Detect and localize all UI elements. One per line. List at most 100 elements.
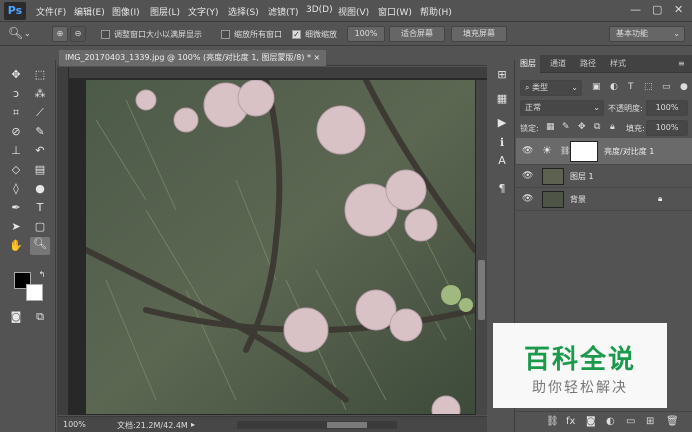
zoom-tool-icon[interactable]: 🔍︎ [8, 26, 23, 40]
clone-stamp-icon[interactable]: ⊥ [8, 144, 24, 158]
type-tool-icon[interactable]: T [32, 201, 48, 215]
resize-windows-checkbox[interactable] [101, 30, 110, 39]
eyedropper-tool-icon[interactable]: ⟋ [32, 106, 48, 120]
menu-image[interactable]: 图像(I) [112, 5, 140, 18]
history-brush-icon[interactable]: ↶ [32, 144, 48, 158]
menu-layer[interactable]: 图层(L) [150, 5, 180, 18]
visibility-eye-icon[interactable]: 👁︎ [522, 171, 533, 181]
shape-filter-icon[interactable]: ⬚ [644, 82, 653, 92]
close-window-button[interactable]: ✕ [674, 3, 683, 16]
opacity-input[interactable]: 100% [646, 100, 688, 116]
zoom-value-field[interactable]: 100% [347, 26, 385, 42]
background-color-swatch[interactable] [26, 284, 43, 301]
vertical-scrollbar[interactable] [476, 80, 487, 415]
menu-select[interactable]: 选择(S) [228, 5, 259, 18]
menu-file[interactable]: 文件(F) [36, 5, 66, 18]
magic-wand-icon[interactable]: ⁂ [32, 87, 48, 101]
document-tab[interactable]: IMG_20170403_1339.jpg @ 100% (亮度/对比度 1, … [59, 50, 327, 66]
move-tool-icon[interactable]: ✥ [8, 68, 24, 82]
workspace-select[interactable]: 基本功能 ⌄ [609, 26, 685, 42]
fit-screen-button[interactable]: 适合屏幕 [389, 26, 445, 42]
zoom-tool-icon[interactable]: 🔍︎ [30, 237, 50, 255]
filter-toggle-icon[interactable]: ● [680, 82, 688, 92]
zoom-all-windows-checkbox[interactable] [221, 30, 230, 39]
smart-object-filter-icon[interactable]: ▭ [662, 82, 671, 92]
tab-channels[interactable]: 通道 [546, 55, 570, 73]
menu-help[interactable]: 帮助(H) [420, 5, 452, 18]
fill-screen-button[interactable]: 填充屏幕 [451, 26, 507, 42]
history-panel-icon[interactable]: ⊞ [495, 68, 509, 82]
info-panel-icon[interactable]: ℹ [495, 136, 509, 150]
blur-tool-icon[interactable]: ◊ [8, 182, 24, 196]
menu-window[interactable]: 窗口(W) [378, 5, 412, 18]
lock-transparency-icon[interactable]: ▦ [546, 122, 555, 132]
layer-mask-thumbnail[interactable] [570, 141, 598, 162]
lasso-tool-icon[interactable]: ↄ [8, 87, 24, 101]
add-mask-icon[interactable]: ◙ [586, 416, 596, 427]
tab-layers[interactable]: 图层 [516, 55, 540, 73]
brush-tool-icon[interactable]: ✎ [32, 125, 48, 139]
layer-row-brightness[interactable]: 👁︎ ☀ ⛓ 亮度/对比度 1 [516, 138, 692, 165]
close-tab-icon[interactable]: × [314, 53, 321, 62]
restore-button[interactable]: ▢ [652, 3, 662, 16]
lock-pixels-icon[interactable]: ✎ [562, 122, 570, 132]
pixel-filter-icon[interactable]: ▣ [592, 82, 601, 92]
new-adjustment-icon[interactable]: ◐ [606, 416, 615, 427]
layer-row-background[interactable]: 👁︎ 背景 🔒︎ [516, 188, 692, 211]
blend-mode-select[interactable]: 正常 ⌄ [520, 100, 604, 116]
visibility-eye-icon[interactable]: 👁︎ [522, 146, 533, 156]
menu-filter[interactable]: 滤镜(T) [268, 5, 299, 18]
tab-paths[interactable]: 路径 [576, 55, 600, 73]
new-layer-icon[interactable]: ⊞ [646, 416, 654, 427]
lock-position-icon[interactable]: ✥ [578, 122, 586, 132]
horizontal-scrollbar[interactable] [237, 421, 397, 429]
zoom-level[interactable]: 100% [63, 420, 86, 429]
menu-3d[interactable]: 3D(D) [306, 5, 333, 15]
screen-mode-icon[interactable]: ⧉ [32, 310, 48, 324]
hand-tool-icon[interactable]: ✋ [8, 239, 24, 253]
crop-tool-icon[interactable]: ⌗ [8, 106, 24, 120]
type-filter-icon[interactable]: T [628, 82, 634, 92]
link-layers-icon[interactable]: ⛓ [546, 416, 559, 427]
gradient-tool-icon[interactable]: ▤ [32, 163, 48, 177]
panel-menu-icon[interactable]: ≡ [674, 55, 689, 73]
scroll-thumb[interactable] [327, 422, 367, 428]
menu-type[interactable]: 文字(Y) [188, 5, 219, 18]
adjustment-filter-icon[interactable]: ◐ [610, 82, 618, 92]
quick-mask-icon[interactable]: ◙ [8, 310, 24, 324]
status-arrow-icon[interactable]: ▸ [191, 420, 195, 429]
character-panel-icon[interactable]: A [495, 154, 509, 168]
new-group-icon[interactable]: ▭ [626, 416, 635, 427]
filter-kind-select[interactable]: ⌕ 类型 ⌄ [520, 80, 582, 96]
properties-panel-icon[interactable]: ▦ [495, 92, 509, 106]
chevron-down-icon[interactable]: ⌄ [24, 29, 31, 38]
dodge-tool-icon[interactable]: ● [32, 182, 48, 196]
actions-panel-icon[interactable]: ▶ [495, 116, 509, 130]
menu-view[interactable]: 视图(V) [338, 5, 369, 18]
eraser-tool-icon[interactable]: ◇ [8, 163, 24, 177]
marquee-tool-icon[interactable]: ⬚ [32, 68, 48, 82]
path-select-icon[interactable]: ➤ [8, 220, 24, 234]
tab-styles[interactable]: 样式 [606, 55, 630, 73]
zoom-in-icon[interactable]: ⊕ [52, 26, 68, 42]
shape-tool-icon[interactable]: ▢ [32, 220, 48, 234]
scroll-thumb[interactable] [478, 260, 485, 320]
paragraph-panel-icon[interactable]: ¶ [495, 182, 509, 196]
lock-all-icon[interactable]: 🔒︎ [610, 122, 615, 132]
document-canvas[interactable] [86, 80, 475, 414]
zoom-out-icon[interactable]: ⊖ [70, 26, 86, 42]
fill-input[interactable]: 100% [646, 120, 688, 136]
chain-link-icon[interactable]: ⛓ [560, 146, 570, 155]
lock-label: 锁定: [520, 124, 539, 133]
swap-colors-icon[interactable]: ↰ [34, 268, 50, 282]
visibility-eye-icon[interactable]: 👁︎ [522, 194, 533, 204]
minimize-button[interactable]: — [630, 3, 641, 16]
scrubby-zoom-checkbox[interactable]: ✓ [292, 30, 301, 39]
pen-tool-icon[interactable]: ✒ [8, 201, 24, 215]
lock-artboard-icon[interactable]: ⧉ [594, 122, 600, 132]
menu-edit[interactable]: 编辑(E) [74, 5, 105, 18]
layer-row-layer1[interactable]: 👁︎ 图层 1 [516, 165, 692, 188]
healing-brush-icon[interactable]: ⊘ [8, 125, 24, 139]
layer-style-icon[interactable]: fx [566, 416, 575, 427]
delete-layer-icon[interactable]: 🗑︎ [666, 416, 679, 427]
